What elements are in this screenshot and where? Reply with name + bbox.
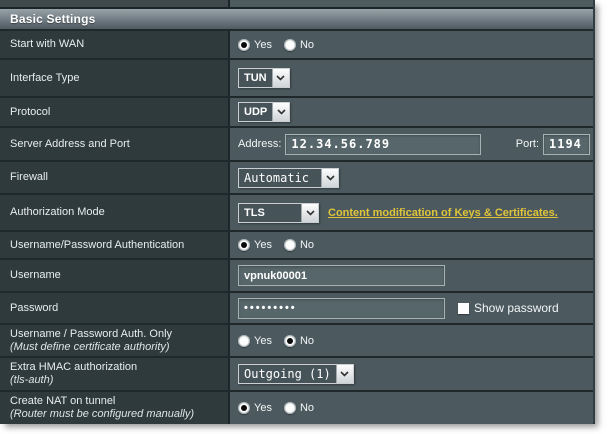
start-with-wan-radio-group: Yes No (238, 39, 314, 51)
previous-table-left-cell (0, 0, 230, 7)
port-group: Port: (516, 134, 593, 155)
select-value: TLS (239, 204, 301, 222)
start-with-wan-no-radio[interactable]: No (284, 39, 314, 51)
row-username: Username (0, 258, 593, 291)
select-value: UDP (239, 103, 272, 121)
up-auth-only-no-radio[interactable]: No (284, 335, 314, 347)
row-authorization-mode: Authorization Mode TLS Content modificat… (0, 193, 593, 230)
radio-icon[interactable] (284, 39, 296, 51)
chevron-down-icon[interactable] (272, 69, 289, 87)
radio-icon[interactable] (284, 239, 296, 251)
up-auth-yes-radio[interactable]: Yes (238, 239, 272, 251)
create-nat-radio-group: Yes No (238, 402, 314, 414)
radio-icon[interactable] (238, 239, 250, 251)
row-label: Password (10, 302, 228, 315)
port-label: Port: (516, 138, 539, 150)
radio-label: Yes (254, 239, 272, 251)
radio-icon[interactable] (238, 39, 250, 51)
radio-icon[interactable] (284, 402, 296, 414)
row-server-address-port: Server Address and Port Address: Port: (0, 126, 593, 160)
row-label: Firewall (10, 171, 228, 184)
row-label: Start with WAN (10, 38, 228, 51)
up-auth-radio-group: Yes No (238, 239, 314, 251)
radio-label: No (300, 335, 314, 347)
row-sublabel: (tls-auth) (10, 374, 228, 387)
select-value: TUN (239, 69, 272, 87)
hmac-select[interactable]: Outgoing (1) (238, 364, 354, 384)
radio-label: Yes (254, 335, 272, 347)
show-password-checkbox[interactable] (458, 303, 469, 314)
username-input[interactable] (238, 265, 445, 286)
basic-settings-panel: Basic Settings Start with WAN Yes No Int… (0, 0, 595, 424)
previous-table-right-cell (230, 0, 593, 7)
row-up-auth-only: Username / Password Auth. Only (Must def… (0, 323, 593, 356)
radio-label: No (300, 239, 314, 251)
address-input[interactable] (285, 134, 481, 155)
radio-label: Yes (254, 39, 272, 51)
row-sublabel: (Router must be configured manually) (10, 408, 228, 421)
row-username-password-authentication: Username/Password Authentication Yes No (0, 230, 593, 258)
up-auth-only-yes-radio[interactable]: Yes (238, 335, 272, 347)
row-label: Create NAT on tunnel (10, 395, 228, 408)
protocol-select[interactable]: UDP (238, 102, 290, 122)
create-nat-no-radio[interactable]: No (284, 402, 314, 414)
keys-certificates-link[interactable]: Content modification of Keys & Certifica… (328, 207, 558, 219)
row-firewall: Firewall Automatic (0, 160, 593, 193)
row-label: Extra HMAC authorization (10, 361, 228, 374)
row-label: Username / Password Auth. Only (10, 328, 228, 341)
row-label: Username/Password Authentication (10, 239, 228, 252)
show-password-toggle[interactable]: Show password (458, 301, 559, 315)
chevron-down-icon[interactable] (301, 204, 318, 222)
row-extra-hmac: Extra HMAC authorization (tls-auth) Outg… (0, 356, 593, 390)
row-label: Server Address and Port (10, 138, 228, 151)
row-password: Password Show password (0, 291, 593, 323)
chevron-down-icon[interactable] (272, 103, 289, 121)
row-label: Username (10, 269, 228, 282)
password-input[interactable] (238, 298, 445, 319)
interface-type-select[interactable]: TUN (238, 68, 290, 88)
row-start-with-wan: Start with WAN Yes No (0, 29, 593, 58)
select-value: Outgoing (1) (239, 365, 336, 383)
row-create-nat: Create NAT on tunnel (Router must be con… (0, 390, 593, 424)
show-password-label: Show password (474, 301, 559, 315)
address-label: Address: (238, 138, 281, 150)
row-label: Authorization Mode (10, 206, 228, 219)
firewall-select[interactable]: Automatic (238, 168, 339, 188)
chevron-down-icon[interactable] (321, 169, 338, 187)
radio-icon[interactable] (238, 402, 250, 414)
port-input[interactable] (543, 134, 590, 155)
authorization-mode-select[interactable]: TLS (238, 203, 319, 223)
create-nat-yes-radio[interactable]: Yes (238, 402, 272, 414)
section-header: Basic Settings (0, 9, 593, 29)
select-value: Automatic (239, 169, 321, 187)
radio-label: Yes (254, 402, 272, 414)
row-label: Interface Type (10, 72, 228, 85)
row-protocol: Protocol UDP (0, 96, 593, 126)
start-with-wan-yes-radio[interactable]: Yes (238, 39, 272, 51)
up-auth-only-radio-group: Yes No (238, 335, 314, 347)
radio-icon[interactable] (238, 335, 250, 347)
radio-label: No (300, 39, 314, 51)
row-label: Protocol (10, 106, 228, 119)
previous-table-edge (0, 0, 593, 9)
up-auth-no-radio[interactable]: No (284, 239, 314, 251)
radio-label: No (300, 402, 314, 414)
radio-icon[interactable] (284, 335, 296, 347)
chevron-down-icon[interactable] (336, 365, 353, 383)
section-title: Basic Settings (10, 12, 96, 26)
row-sublabel: (Must define certificate authority) (10, 341, 228, 354)
row-interface-type: Interface Type TUN (0, 58, 593, 96)
